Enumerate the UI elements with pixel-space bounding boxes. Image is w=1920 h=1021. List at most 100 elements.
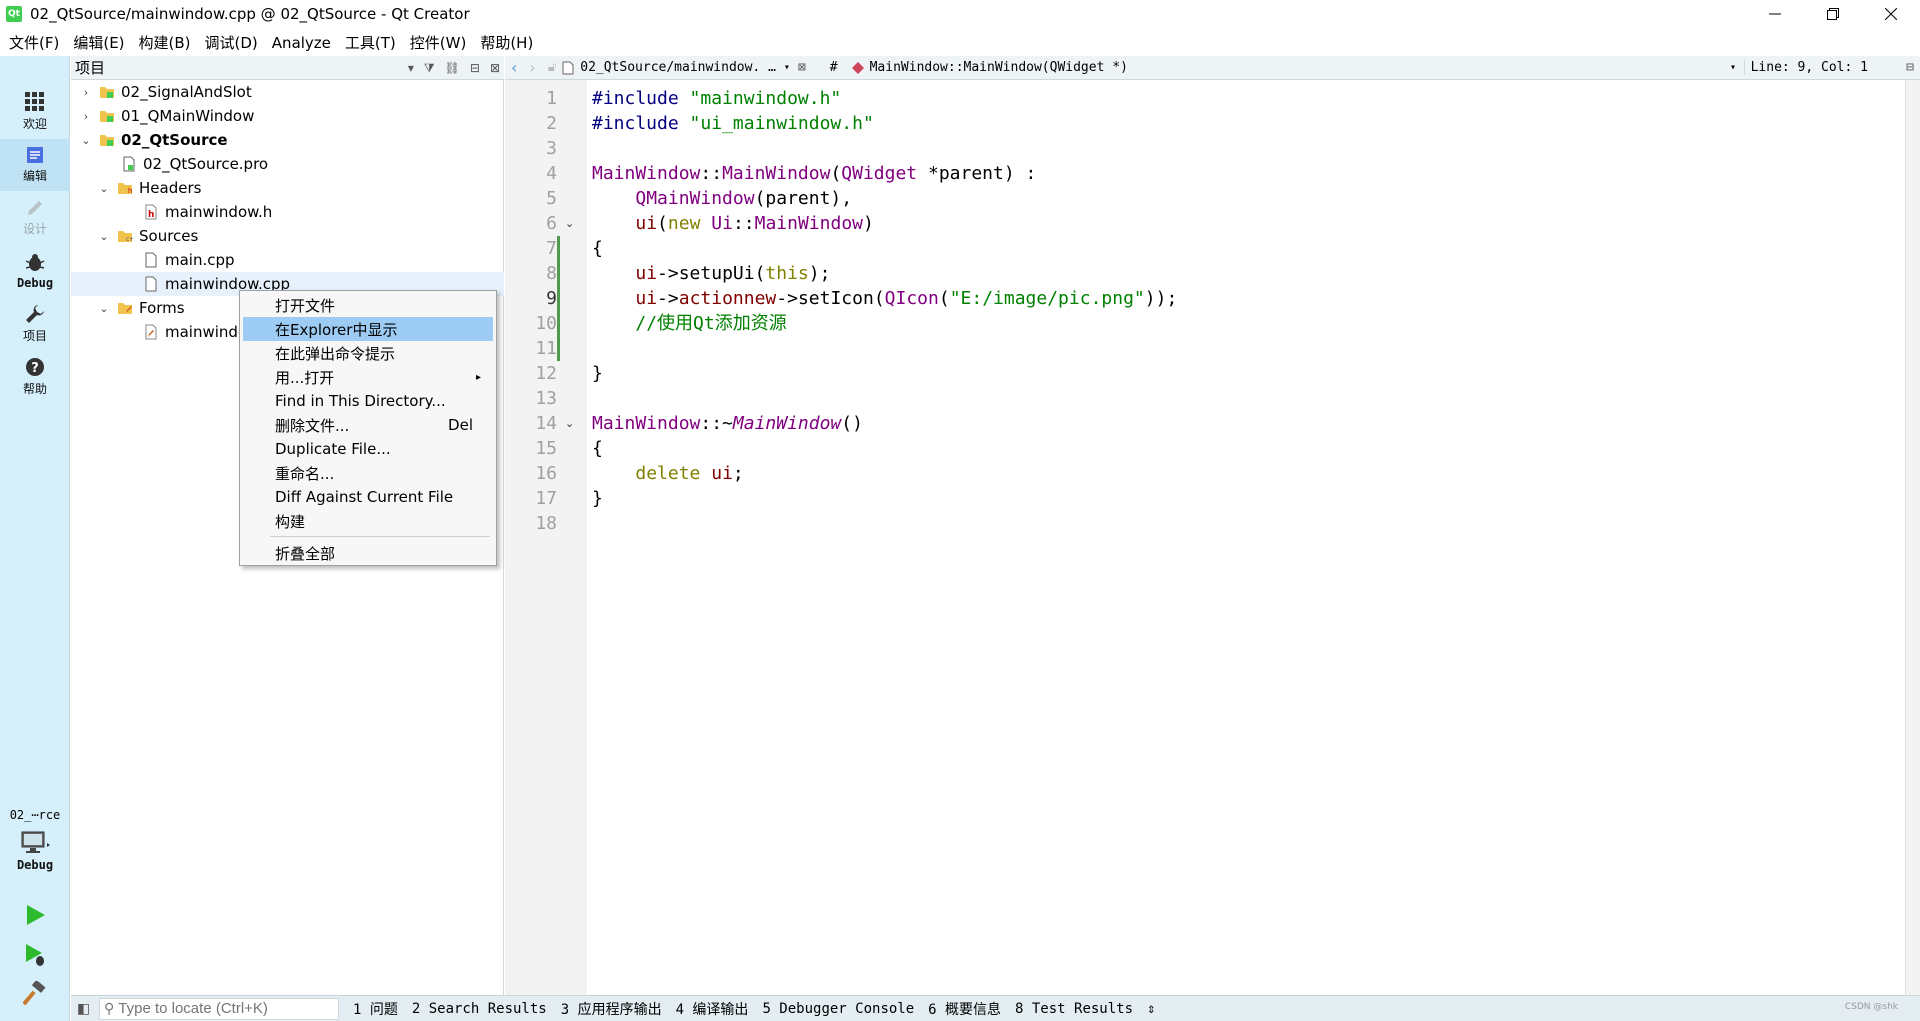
cursor-position[interactable]: Line: 9, Col: 1 xyxy=(1743,60,1868,75)
tree-item-02-qtsource[interactable]: ⌄ 02_QtSource xyxy=(71,128,504,152)
menu-build[interactable]: 构建(B) xyxy=(132,30,198,56)
close-document-icon[interactable]: ⊠ xyxy=(798,60,806,75)
toggle-sidebar-icon[interactable]: ◧ xyxy=(77,1001,90,1017)
code-line[interactable]: { xyxy=(592,236,603,261)
chevron-down-icon[interactable]: ⌄ xyxy=(97,230,111,243)
fold-marker-icon[interactable]: ⌄ xyxy=(565,211,579,236)
output-tabs-more-icon[interactable]: ⇕ xyxy=(1147,1001,1155,1017)
mode-welcome[interactable]: 欢迎 xyxy=(0,86,70,138)
tree-item-sources[interactable]: ⌄ c+ Sources xyxy=(71,224,504,248)
chevron-right-icon[interactable]: › xyxy=(79,86,93,99)
code-line[interactable]: { xyxy=(592,436,603,461)
menu-file[interactable]: 文件(F) xyxy=(2,30,66,56)
output-tab-issues[interactable]: 1 问题 xyxy=(353,999,398,1019)
ctx-diff-against-current[interactable]: Diff Against Current File xyxy=(243,485,493,509)
debug-run-button[interactable] xyxy=(20,940,50,970)
close-button[interactable] xyxy=(1862,0,1920,28)
mode-design[interactable]: 设计 xyxy=(0,192,70,244)
ctx-rename[interactable]: 重命名... xyxy=(243,461,493,485)
tree-item-main-cpp[interactable]: main.cpp xyxy=(71,248,504,272)
close-icon xyxy=(1885,8,1897,20)
forms-folder-icon xyxy=(118,303,132,314)
dropdown-arrow-icon[interactable]: ▾ xyxy=(784,62,790,73)
code-line[interactable]: MainWindow::~MainWindow() xyxy=(592,411,863,436)
mode-bar: 欢迎 编辑 设计 Debug 项目 ? 帮助 02_⋯rce Debug xyxy=(0,56,70,1021)
menu-widgets[interactable]: 控件(W) xyxy=(403,30,474,56)
tree-item-headers[interactable]: ⌄ h Headers xyxy=(71,176,504,200)
locator-input[interactable] xyxy=(118,1000,319,1017)
code-line[interactable]: ui->setupUi(this); xyxy=(592,261,830,286)
ctx-open-with[interactable]: 用...打开 ▸ xyxy=(243,365,493,389)
link-icon[interactable]: ⛓ xyxy=(445,61,460,75)
run-button[interactable] xyxy=(20,900,50,930)
mode-edit[interactable]: 编辑 xyxy=(0,139,70,191)
close-pane-icon[interactable]: ⊠ xyxy=(490,61,500,75)
chevron-down-icon[interactable]: ⌄ xyxy=(97,182,111,195)
minimize-button[interactable] xyxy=(1746,0,1804,28)
ctx-open-command-prompt[interactable]: 在此弹出命令提示 xyxy=(243,341,493,365)
chevron-down-icon[interactable]: ⌄ xyxy=(79,134,93,147)
context-menu: 打开文件 在Explorer中显示 在此弹出命令提示 用...打开 ▸ Find … xyxy=(239,290,497,566)
code-line[interactable]: } xyxy=(592,486,603,511)
output-tab-test-results[interactable]: 8 Test Results xyxy=(1015,1001,1133,1017)
nav-back-icon[interactable]: ‹ xyxy=(511,58,517,77)
menu-edit[interactable]: 编辑(E) xyxy=(66,30,131,56)
code-line[interactable]: //使用Qt添加资源 xyxy=(592,311,786,336)
mode-debug[interactable]: Debug xyxy=(0,245,70,297)
restore-button[interactable] xyxy=(1804,0,1862,28)
ctx-duplicate-file[interactable]: Duplicate File... xyxy=(243,437,493,461)
code-line[interactable]: MainWindow::MainWindow(QWidget *parent) … xyxy=(592,161,1036,186)
ctx-open-file[interactable]: 打开文件 xyxy=(243,293,493,317)
code-line[interactable]: } xyxy=(592,361,603,386)
output-tab-general-messages[interactable]: 6 概要信息 xyxy=(928,999,1001,1019)
symbol-combo[interactable]: MainWindow::MainWindow(QWidget *) xyxy=(870,60,1128,75)
line-number: 17 xyxy=(535,488,557,509)
dropdown-arrow-icon[interactable]: ▾ xyxy=(408,61,414,75)
build-button[interactable] xyxy=(20,978,50,1008)
ctx-collapse-all[interactable]: 折叠全部 xyxy=(243,541,493,565)
split-icon[interactable]: ⊟ xyxy=(470,61,480,75)
menu-debug[interactable]: 调试(D) xyxy=(198,30,265,56)
pro-file-icon xyxy=(123,156,135,172)
code-line[interactable]: ui->actionnew->setIcon(QIcon("E:/image/p… xyxy=(592,286,1177,311)
mode-label: 设计 xyxy=(22,222,47,236)
preprocessor-hash[interactable]: # xyxy=(830,60,838,75)
vertical-scrollbar[interactable] xyxy=(1905,80,1920,995)
split-editor-icon[interactable]: ⊟ xyxy=(1906,60,1914,75)
filter-icon[interactable]: ⧩ xyxy=(424,61,435,76)
code-line[interactable]: #include "ui_mainwindow.h" xyxy=(592,111,874,136)
dropdown-arrow-icon[interactable]: ▾ xyxy=(1730,62,1736,73)
code-line[interactable]: delete ui; xyxy=(592,461,743,486)
code-line[interactable]: #include "mainwindow.h" xyxy=(592,86,841,111)
chevron-down-icon[interactable]: ⌄ xyxy=(97,302,111,315)
ctx-delete-file[interactable]: 删除文件... Del xyxy=(243,413,493,437)
output-tab-search-results[interactable]: 2 Search Results xyxy=(412,1001,547,1017)
output-tab-app-output[interactable]: 3 应用程序输出 xyxy=(561,999,662,1019)
output-tab-compile-output[interactable]: 4 编译输出 xyxy=(676,999,749,1019)
menu-help[interactable]: 帮助(H) xyxy=(473,30,540,56)
mode-help[interactable]: ? 帮助 xyxy=(0,351,70,403)
fold-marker-icon[interactable]: ⌄ xyxy=(565,411,579,436)
nav-forward-icon[interactable]: › xyxy=(529,58,535,77)
tree-item-label: 02_QtSource xyxy=(121,131,228,149)
kit-selector[interactable]: Debug xyxy=(0,831,70,891)
sources-folder-icon: c+ xyxy=(118,231,133,243)
menu-tools[interactable]: 工具(T) xyxy=(338,30,403,56)
ctx-separator xyxy=(270,536,490,537)
mode-projects[interactable]: 项目 xyxy=(0,298,70,350)
tree-item-01-qmainwindow[interactable]: › 01_QMainWindow xyxy=(71,104,504,128)
code-line[interactable]: QMainWindow(parent), xyxy=(592,186,852,211)
chevron-right-icon[interactable]: › xyxy=(79,110,93,123)
code-line[interactable]: ui(new Ui::MainWindow) xyxy=(592,211,873,236)
tree-item-02-signalandslot[interactable]: › 02_SignalAndSlot xyxy=(71,80,504,104)
tree-item-pro-file[interactable]: 02_QtSource.pro xyxy=(71,152,504,176)
tree-item-mainwindow-h[interactable]: h mainwindow.h xyxy=(71,200,504,224)
ctx-show-in-explorer[interactable]: 在Explorer中显示 xyxy=(243,317,493,341)
svg-text:?: ? xyxy=(31,361,39,376)
menu-analyze[interactable]: Analyze xyxy=(265,30,338,56)
ctx-build[interactable]: 构建 xyxy=(243,509,493,533)
editor-file-combo[interactable]: 02_QtSource/mainwindow. … xyxy=(580,60,776,75)
header-file-icon: h xyxy=(145,204,157,220)
ctx-find-in-directory[interactable]: Find in This Directory... xyxy=(243,389,493,413)
output-tab-debugger-console[interactable]: 5 Debugger Console xyxy=(762,1001,914,1017)
